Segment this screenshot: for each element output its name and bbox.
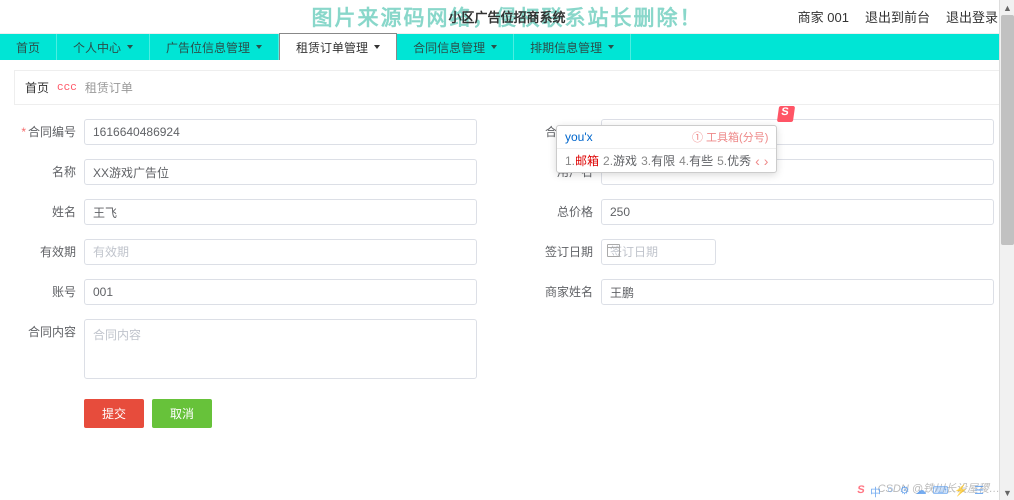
tray-item[interactable]: ☰: [974, 484, 984, 500]
chevron-down-icon: [127, 45, 133, 49]
contract-no-label: 合同编号: [20, 119, 76, 145]
tray-item[interactable]: ⚡: [954, 484, 968, 500]
ime-candidate-5[interactable]: 5.优秀: [717, 152, 751, 169]
nav-schedule[interactable]: 排期信息管理: [514, 34, 631, 60]
system-title: 小区广告位招商系统: [448, 7, 565, 26]
ime-toolbox-hint: ① 工具箱(分号): [692, 129, 768, 145]
tray-item[interactable]: ○: [887, 484, 894, 500]
vertical-scrollbar[interactable]: ▲ ▼: [999, 0, 1014, 500]
nav-personal[interactable]: 个人中心: [57, 34, 150, 60]
merchant-name-label: 商家姓名: [537, 279, 593, 305]
validity-label: 有效期: [20, 239, 76, 265]
surname-label: 姓名: [20, 199, 76, 225]
scroll-up-icon[interactable]: ▲: [1000, 0, 1014, 15]
main-nav: 首页 个人中心 广告位信息管理 租赁订单管理 合同信息管理 排期信息管理: [0, 34, 1014, 60]
submit-button[interactable]: 提交: [84, 399, 144, 428]
ime-candidate-3[interactable]: 3.有限: [641, 152, 675, 169]
nav-label: 租赁订单管理: [296, 39, 368, 56]
exit-front-link[interactable]: 退出到前台: [865, 7, 930, 26]
calendar-icon: [607, 244, 620, 257]
tray-item[interactable]: ⌨: [933, 484, 949, 500]
ime-tray: S 中 ○ ⚙ ☁ ⌨ ⚡ ☰: [857, 484, 984, 500]
ime-candidate-1[interactable]: 1.邮箱: [565, 152, 599, 169]
breadcrumb-home[interactable]: 首页: [25, 79, 49, 96]
ime-popup: you'x ① 工具箱(分号) 1.邮箱 2.游戏 3.有限 4.有些 5.优秀…: [556, 125, 777, 173]
validity-input[interactable]: [84, 239, 477, 265]
nav-ad-info[interactable]: 广告位信息管理: [150, 34, 279, 60]
scroll-down-icon[interactable]: ▼: [1000, 485, 1014, 500]
total-price-input[interactable]: [601, 199, 994, 225]
account-label: 账号: [20, 279, 76, 305]
breadcrumb-current: 租赁订单: [85, 79, 133, 96]
breadcrumb: 首页 ccc 租赁订单: [14, 70, 1000, 105]
logout-link[interactable]: 退出登录: [946, 7, 998, 26]
tray-item[interactable]: 中: [870, 484, 881, 500]
ime-typed-text: you'x: [565, 130, 593, 144]
name-input[interactable]: [84, 159, 477, 185]
account-input[interactable]: [84, 279, 477, 305]
content-label: 合同内容: [20, 319, 76, 345]
tray-item[interactable]: ☁: [916, 484, 927, 500]
chevron-down-icon: [491, 45, 497, 49]
ime-candidate-4[interactable]: 4.有些: [679, 152, 713, 169]
total-price-label: 总价格: [537, 199, 593, 225]
nav-label: 排期信息管理: [530, 39, 602, 56]
merchant-name-input[interactable]: [601, 279, 994, 305]
ime-candidate-2[interactable]: 2.游戏: [603, 152, 637, 169]
contract-no-input[interactable]: [84, 119, 477, 145]
sogou-tray-icon[interactable]: S: [856, 484, 866, 500]
nav-contract-info[interactable]: 合同信息管理: [397, 34, 514, 60]
scroll-thumb[interactable]: [1001, 15, 1014, 245]
name-label: 名称: [20, 159, 76, 185]
ime-nav-arrows[interactable]: ‹ ›: [755, 153, 768, 169]
chevron-down-icon: [256, 45, 262, 49]
nav-label: 首页: [16, 39, 40, 56]
tray-item[interactable]: ⚙: [900, 484, 910, 500]
content-textarea[interactable]: [84, 319, 477, 379]
sogou-logo-icon: [777, 106, 795, 122]
nav-label: 广告位信息管理: [166, 39, 250, 56]
breadcrumb-separator-icon: ccc: [57, 82, 77, 94]
nav-lease-orders[interactable]: 租赁订单管理: [279, 33, 397, 60]
chevron-down-icon: [374, 45, 380, 49]
nav-label: 合同信息管理: [413, 39, 485, 56]
surname-input[interactable]: [84, 199, 477, 225]
cancel-button[interactable]: 取消: [152, 399, 212, 428]
nav-home[interactable]: 首页: [0, 34, 57, 60]
nav-label: 个人中心: [73, 39, 121, 56]
sign-date-label: 签订日期: [537, 239, 593, 265]
user-label[interactable]: 商家 001: [798, 7, 849, 26]
chevron-down-icon: [608, 45, 614, 49]
